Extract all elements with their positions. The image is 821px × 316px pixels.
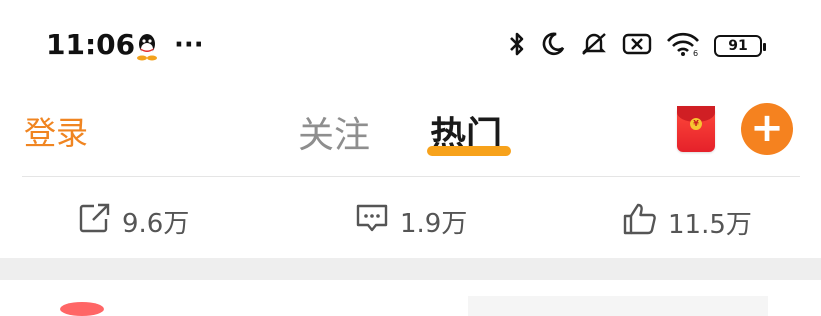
comment-icon (354, 202, 390, 241)
share-count: 9.6万 (122, 209, 190, 239)
wifi-6-icon: 6 (666, 31, 700, 61)
coin-icon: ¥ (690, 118, 702, 130)
svg-text:6: 6 (693, 49, 698, 57)
mute-icon (580, 31, 608, 61)
divider (22, 176, 800, 177)
section-separator (0, 258, 821, 280)
avatar[interactable] (60, 302, 104, 316)
share-icon (78, 202, 112, 241)
bluetooth-icon (508, 30, 526, 62)
red-packet-icon[interactable]: ¥ (677, 106, 715, 152)
battery-icon: 91 (714, 35, 766, 57)
more-indicator: ··· (174, 30, 204, 60)
comment-action[interactable]: 1.9万 (354, 202, 467, 241)
login-link[interactable]: 登录 (24, 108, 88, 154)
post-image-peek[interactable] (468, 296, 768, 316)
like-count: 11.5万 (668, 210, 752, 240)
status-icons: 6 91 (508, 30, 766, 62)
moon-icon (540, 31, 566, 61)
add-button[interactable]: + (741, 103, 793, 155)
tab-follow[interactable]: 关注 (298, 106, 370, 158)
share-action[interactable]: 9.6万 (78, 202, 189, 241)
comment-count: 1.9万 (400, 209, 468, 239)
thumbs-up-icon (622, 202, 658, 243)
status-time: 11:06 (46, 28, 136, 61)
sim-off-icon (622, 32, 652, 60)
like-action[interactable]: 11.5万 (622, 202, 752, 243)
qq-penguin-icon (134, 33, 160, 65)
active-tab-indicator (427, 146, 511, 156)
